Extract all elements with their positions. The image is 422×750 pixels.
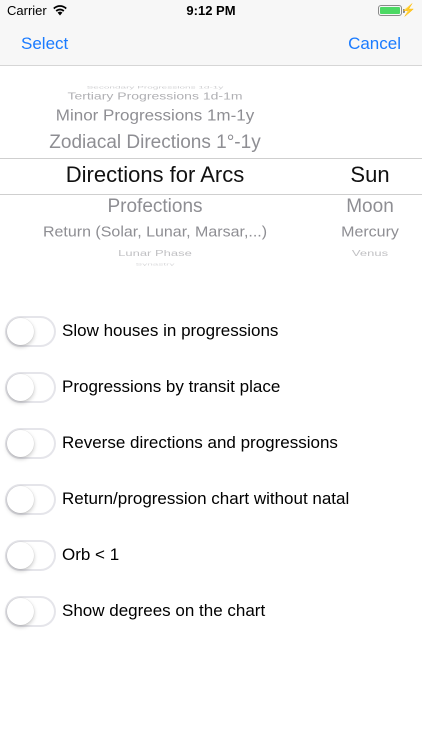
status-bar: Carrier 9:12 PM ⚡ [0,0,422,24]
toggle-switch[interactable] [5,316,56,347]
option-row: Return/progression chart without natal [0,472,422,528]
option-label: Return/progression chart without natal [62,489,350,508]
picker-item[interactable]: Synastry [0,263,310,266]
status-time: 9:12 PM [186,3,236,18]
navigation-bar: Select Cancel [0,24,422,66]
select-button[interactable]: Select [21,34,68,54]
toggle-knob [7,542,34,569]
option-label: Reverse directions and progressions [62,433,338,452]
toggle-switch[interactable] [5,540,56,571]
picker-view[interactable]: Secondary Progressions 1d-1y Tertiary Pr… [0,66,422,266]
charging-bolt-icon: ⚡ [401,3,416,17]
picker-item[interactable]: Minor Progressions 1m-1y [0,107,310,126]
picker-item[interactable]: Return (Solar, Lunar, Marsar,...) [0,225,310,243]
option-row: Show degrees on the chart [0,584,422,640]
picker-item-selected[interactable]: Sun [318,162,422,189]
toggle-switch[interactable] [5,372,56,403]
toggle-switch[interactable] [5,596,56,627]
toggle-knob [7,374,34,401]
picker-item-selected[interactable]: Directions for Arcs [0,162,310,189]
picker-item[interactable]: Moon [318,196,422,220]
toggle-knob [7,318,34,345]
option-label: Slow houses in progressions [62,321,279,340]
picker-item[interactable]: Tertiary Progressions 1d-1m [0,90,310,102]
picker-column-method[interactable]: Secondary Progressions 1d-1y Tertiary Pr… [0,66,310,266]
toggle-knob [7,430,34,457]
option-row: Orb < 1 [0,528,422,584]
option-row: Progressions by transit place [0,360,422,416]
cancel-button[interactable]: Cancel [348,34,401,54]
toggle-knob [7,486,34,513]
picker-column-planet[interactable]: Sun Moon Mercury Venus [318,66,422,266]
option-label: Orb < 1 [62,545,120,564]
toggle-switch[interactable] [5,428,56,459]
picker-item[interactable]: Zodiacal Directions 1°-1y [0,132,310,156]
picker-item[interactable]: Lunar Phase [0,249,310,258]
option-row: Reverse directions and progressions [0,416,422,472]
picker-item[interactable]: Profections [0,196,310,220]
picker-item[interactable]: Venus [318,249,422,258]
toggle-knob [7,598,34,625]
option-label: Progressions by transit place [62,377,281,396]
battery-icon [378,5,405,16]
toggle-switch[interactable] [5,484,56,515]
option-label: Show degrees on the chart [62,601,266,620]
option-row: Slow houses in progressions [0,304,422,360]
picker-item[interactable]: Mercury [318,225,422,243]
